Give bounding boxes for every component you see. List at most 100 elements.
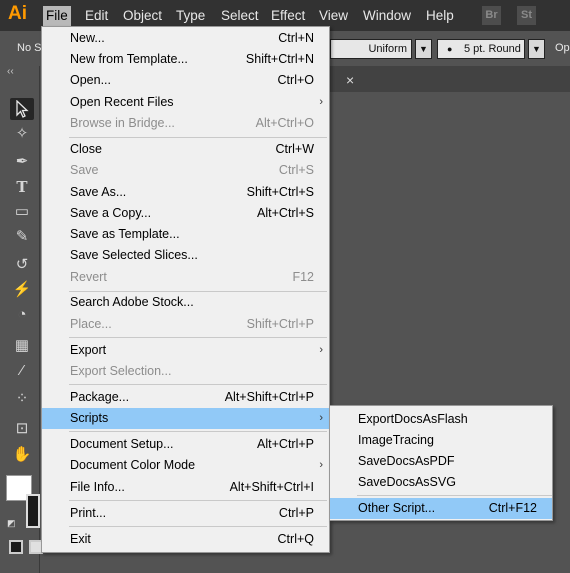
submenu-item-image-tracing[interactable]: ImageTracing (330, 430, 552, 451)
menu-item-label: Exit (70, 532, 91, 546)
menu-item-new[interactable]: New... Ctrl+N (42, 28, 329, 49)
menu-item-new-from-template[interactable]: New from Template... Shift+Ctrl+N (42, 49, 329, 70)
stock-button[interactable]: St (517, 6, 536, 25)
submenu-item-save-docs-as-svg[interactable]: SaveDocsAsSVG (330, 472, 552, 493)
submenu-item-other-script[interactable]: Other Script... Ctrl+F12 (330, 498, 552, 519)
menu-item-save-a-copy[interactable]: Save a Copy... Alt+Ctrl+S (42, 203, 329, 224)
menu-item-print[interactable]: Print... Ctrl+P (42, 503, 329, 524)
stroke-profile-dropdown[interactable]: Uniform (330, 39, 412, 59)
menu-separator (69, 526, 327, 527)
rectangle-tool-icon[interactable]: ▭ (10, 201, 34, 223)
menu-view[interactable]: View (316, 6, 351, 26)
stroke-swatch[interactable] (26, 494, 40, 528)
artboard-tool-icon[interactable]: ⊡ (10, 418, 34, 440)
submenu-item-export-docs-as-flash[interactable]: ExportDocsAsFlash (330, 409, 552, 430)
shortcut-label: F12 (292, 270, 314, 284)
shortcut-label: Alt+Ctrl+O (255, 116, 314, 130)
menu-item-save-selected-slices[interactable]: Save Selected Slices... (42, 245, 329, 266)
magic-wand-icon[interactable]: ✧ (10, 123, 34, 145)
menu-help[interactable]: Help (423, 6, 457, 26)
menu-item-label: SaveDocsAsPDF (358, 454, 455, 468)
type-tool-icon[interactable]: T (10, 176, 34, 198)
menu-item-label: Package... (70, 390, 130, 404)
menu-object[interactable]: Object (120, 6, 165, 26)
menu-item-revert[interactable]: Revert F12 (42, 267, 329, 288)
scripts-submenu: ExportDocsAsFlash ImageTracing SaveDocsA… (329, 405, 553, 521)
close-icon[interactable]: × (346, 72, 354, 88)
menu-file[interactable]: File (43, 6, 71, 26)
mesh-tool-icon[interactable]: ▦ (10, 335, 34, 357)
menu-select[interactable]: Select (218, 6, 262, 26)
menu-item-file-info[interactable]: File Info... Alt+Shift+Ctrl+I (42, 477, 329, 498)
symbol-sprayer-icon[interactable]: ⁘ (10, 388, 34, 410)
menu-item-label: Other Script... (358, 501, 436, 515)
menu-item-label: SaveDocsAsSVG (358, 475, 456, 489)
pen-tool-icon[interactable]: ✒ (10, 151, 34, 173)
hand-tool-icon[interactable]: ✋ (10, 444, 34, 466)
shortcut-label: Alt+Shift+Ctrl+P (224, 390, 314, 404)
opacity-label: Op (555, 42, 570, 54)
menu-item-label: Search Adobe Stock... (70, 295, 194, 309)
menu-item-package[interactable]: Package... Alt+Shift+Ctrl+P (42, 387, 329, 408)
menu-item-export[interactable]: Export › (42, 340, 329, 361)
submenu-item-save-docs-as-pdf[interactable]: SaveDocsAsPDF (330, 451, 552, 472)
chevron-down-icon[interactable]: ▼ (415, 39, 432, 59)
menu-item-save[interactable]: Save Ctrl+S (42, 160, 329, 181)
chevron-down-icon[interactable]: ▼ (528, 39, 545, 59)
menu-item-document-setup[interactable]: Document Setup... Alt+Ctrl+P (42, 434, 329, 455)
menu-item-search-adobe-stock[interactable]: Search Adobe Stock... (42, 292, 329, 313)
menu-item-label: Document Setup... (70, 437, 174, 451)
menu-item-document-color-mode[interactable]: Document Color Mode › (42, 455, 329, 476)
menu-effect[interactable]: Effect (268, 6, 308, 26)
menu-edit[interactable]: Edit (82, 6, 111, 26)
menu-item-label: Save as Template... (70, 227, 180, 241)
menu-item-label: Save a Copy... (70, 206, 152, 220)
chevron-right-icon: › (319, 96, 323, 108)
menu-item-label: Revert (70, 270, 107, 284)
menu-item-save-as[interactable]: Save As... Shift+Ctrl+S (42, 182, 329, 203)
menu-item-open[interactable]: Open... Ctrl+O (42, 70, 329, 91)
menu-item-label: Open... (70, 73, 111, 87)
shortcut-label: Ctrl+N (278, 31, 314, 45)
paintbrush-icon[interactable]: ✎ (10, 226, 34, 248)
menu-item-label: New... (70, 31, 105, 45)
menu-separator (69, 431, 327, 432)
menu-item-close[interactable]: Close Ctrl+W (42, 139, 329, 160)
shortcut-label: Ctrl+Q (277, 532, 314, 546)
menu-item-label: Print... (70, 506, 107, 520)
menu-item-save-as-template[interactable]: Save as Template... (42, 224, 329, 245)
menu-item-browse-in-bridge[interactable]: Browse in Bridge... Alt+Ctrl+O (42, 113, 329, 134)
width-tool-icon[interactable]: ⚡ (10, 279, 34, 301)
default-colors-icon[interactable]: ◩ (7, 518, 16, 529)
collapse-icon[interactable]: ‹‹ (7, 66, 14, 77)
menu-item-open-recent-files[interactable]: Open Recent Files › (42, 92, 329, 113)
menu-item-label: ImageTracing (358, 433, 434, 447)
eyedropper-icon[interactable]: ⁄ (10, 360, 34, 382)
shortcut-label: Ctrl+W (275, 142, 314, 156)
menu-item-export-selection[interactable]: Export Selection... (42, 361, 329, 382)
menu-item-label: Export Selection... (70, 364, 172, 378)
brush-dot-icon: ● (447, 44, 453, 54)
shape-builder-icon[interactable]: ◔ (10, 304, 34, 326)
shortcut-label: Alt+Shift+Ctrl+I (229, 480, 314, 494)
menu-type[interactable]: Type (173, 6, 208, 26)
color-mode-icon[interactable] (9, 540, 23, 554)
menu-item-exit[interactable]: Exit Ctrl+Q (42, 529, 329, 550)
chevron-right-icon: › (319, 412, 323, 424)
shortcut-label: Shift+Ctrl+S (246, 185, 314, 199)
menu-window[interactable]: Window (360, 6, 414, 26)
menu-item-label: Save As... (70, 185, 127, 199)
menu-item-label: File Info... (70, 480, 125, 494)
menu-item-label: Save Selected Slices... (70, 248, 198, 262)
rotate-tool-icon[interactable]: ↺ (10, 254, 34, 276)
menu-separator (69, 384, 327, 385)
shortcut-label: Ctrl+F12 (488, 501, 537, 515)
file-menu: New... Ctrl+N New from Template... Shift+C… (41, 26, 330, 553)
chevron-right-icon: › (319, 344, 323, 356)
selection-tool-icon[interactable] (10, 98, 34, 120)
bridge-button[interactable]: Br (482, 6, 501, 25)
shortcut-label: Ctrl+S (278, 163, 314, 177)
menu-item-scripts[interactable]: Scripts › (42, 408, 329, 429)
menu-item-place[interactable]: Place... Shift+Ctrl+P (42, 314, 329, 335)
shortcut-label: Shift+Ctrl+P (246, 317, 314, 331)
